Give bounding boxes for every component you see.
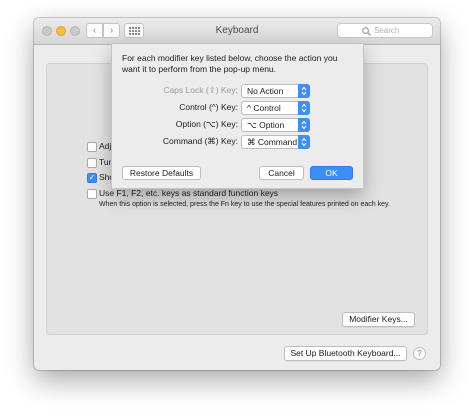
caps-lock-label: Caps Lock (⇪) Key: [163,85,238,95]
checkbox-option-2[interactable] [87,158,97,168]
title-bar: ‹ › Keyboard Search [34,18,440,45]
option-key-value: ⌥ Option [247,120,285,130]
checkbox-function-keys[interactable] [87,189,97,199]
help-button[interactable]: ? [413,347,426,360]
option-2-label: Tur [99,157,112,167]
control-key-popup[interactable]: ^ Control [241,101,310,115]
command-key-popup[interactable]: ⌘ Command [241,135,310,149]
search-field[interactable]: Search [337,23,433,38]
function-keys-note: When this option is selected, press the … [99,201,390,208]
option-key-popup[interactable]: ⌥ Option [241,118,310,132]
bluetooth-keyboard-button[interactable]: Set Up Bluetooth Keyboard... [284,346,407,361]
control-key-value: ^ Control [247,103,281,113]
modifier-keys-sheet: For each modifier key listed below, choo… [111,43,364,189]
search-icon [362,27,371,36]
caps-lock-value: No Action [247,86,284,96]
function-keys-label: Use F1, F2, etc. keys as standard functi… [99,188,279,198]
command-key-label: Command (⌘) Key: [162,136,238,146]
popup-arrows-icon [298,135,310,149]
command-key-value: ⌘ Command [247,137,298,147]
popup-arrows-icon [298,84,310,98]
popup-arrows-icon [298,101,310,115]
checkbox-option-3[interactable]: ✓ [87,173,97,183]
ok-button[interactable]: OK [310,166,353,180]
sheet-instructions: For each modifier key listed below, choo… [122,53,338,74]
option-key-label: Option (⌥) Key: [175,119,238,129]
cancel-button[interactable]: Cancel [259,166,304,180]
modifier-keys-button[interactable]: Modifier Keys... [342,312,415,327]
popup-arrows-icon [298,118,310,132]
control-key-label: Control (^) Key: [179,102,238,112]
checkmark-icon: ✓ [88,173,96,182]
caps-lock-popup[interactable]: No Action [241,84,310,98]
restore-defaults-button[interactable]: Restore Defaults [122,166,201,180]
search-placeholder: Search [374,26,400,35]
checkbox-option-1[interactable] [87,142,97,152]
option-1-label: Adj [99,141,112,151]
